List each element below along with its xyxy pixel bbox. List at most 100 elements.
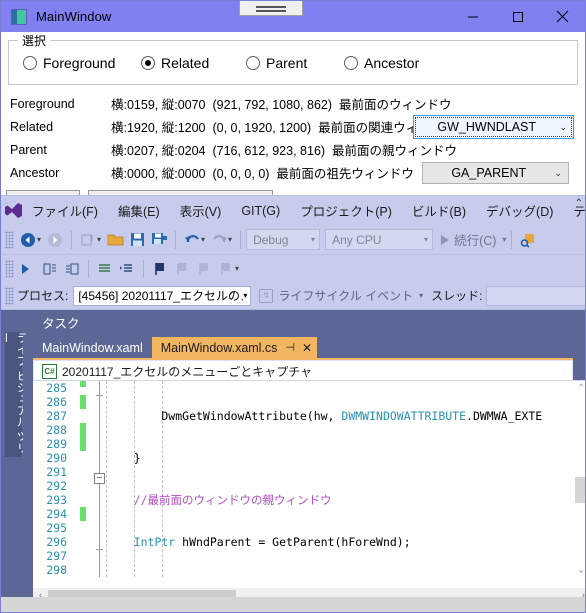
row-rect: (0, 0, 0, 0)	[212, 167, 270, 181]
breadcrumb-text: 20201117_エクセルのメニューごとキャプチャ	[62, 364, 313, 379]
menu-file[interactable]: ファイル(F)	[22, 201, 108, 220]
change-indicator-bar	[80, 381, 86, 577]
show-next-statement-icon[interactable]	[94, 258, 116, 280]
code-editor[interactable]: 285 286 287 288 289 290 291 292 293 294 …	[33, 380, 585, 603]
step-indent-icon[interactable]	[116, 258, 138, 280]
menu-overflow-chevron-icon[interactable]: ⌃	[575, 198, 583, 209]
change-marker	[80, 395, 86, 409]
pin-icon[interactable]: ⊣	[285, 341, 295, 354]
breakpoint-disabled-icon	[171, 258, 193, 280]
change-marker	[80, 507, 86, 521]
row-label: Foreground	[10, 96, 75, 111]
toolbar-overflow-chevron-icon[interactable]: ▾	[235, 264, 239, 273]
redo-icon	[208, 229, 230, 251]
undo-icon[interactable]	[181, 229, 203, 251]
window-drag-handle[interactable]	[239, 1, 303, 16]
tab-mainwindow-xaml[interactable]: MainWindow.xaml	[33, 337, 152, 358]
breakpoint-flag-icon[interactable]	[149, 258, 171, 280]
breadcrumb[interactable]: C# 20201117_エクセルのメニューごとキャプチャ	[33, 360, 573, 381]
toolbar-separator	[143, 259, 144, 278]
minimize-icon[interactable]	[450, 1, 495, 32]
toolbar-grip[interactable]	[5, 259, 14, 278]
scroll-up-icon[interactable]: ⌃	[579, 383, 584, 393]
scrollbar-thumb[interactable]	[575, 477, 585, 503]
code-folding-column: –	[94, 381, 106, 577]
step-out-icon[interactable]	[61, 258, 83, 280]
fold-tick	[96, 549, 103, 550]
tab-mainwindow-xaml-cs[interactable]: MainWindow.xaml.cs ⊣ ✕	[151, 337, 318, 358]
menu-build[interactable]: ビルド(B)	[402, 201, 476, 220]
toolbar-grip[interactable]	[5, 230, 14, 249]
process-label: プロセス:	[17, 289, 69, 303]
step-into-icon[interactable]	[17, 258, 39, 280]
chevron-down-icon: ▾	[311, 235, 316, 244]
chevron-down-icon[interactable]: ▾	[97, 235, 101, 244]
open-file-icon[interactable]	[104, 229, 126, 251]
menu-git[interactable]: GIT(G)	[231, 204, 290, 218]
selection-groupbox-legend: 選択	[18, 32, 51, 49]
chevron-down-icon[interactable]: ▾	[502, 235, 506, 244]
related-flag-combobox[interactable]: GW_HWNDLAST ⌄	[413, 115, 574, 139]
radio-parent[interactable]: Parent	[246, 55, 344, 71]
code-text[interactable]: DwmGetWindowAttribute(hw, DWMWINDOWATTRI…	[106, 381, 585, 577]
radio-foreground[interactable]: Foreground	[23, 55, 141, 71]
line-number: 285	[46, 381, 67, 395]
row-size: 横:0159, 縦:0070	[111, 98, 206, 112]
vs-dock-area: タスク ライブ ビジュアル ツリー MainWindow.xaml MainWi…	[1, 310, 585, 603]
vs-process-toolbar: プロセス: [45456] 20201117_エクセルのメニューこ ▾ ↯ ライ…	[1, 282, 585, 310]
live-share-icon[interactable]	[517, 229, 539, 251]
change-marker	[80, 423, 86, 451]
step-over-icon[interactable]	[39, 258, 61, 280]
chevron-down-icon[interactable]: ▾	[228, 235, 232, 244]
menu-view[interactable]: 表示(V)	[170, 201, 232, 220]
left-dock-rail: ライブ ビジュアル ツリー	[1, 310, 28, 603]
csharp-icon: C#	[42, 363, 57, 379]
fold-collapse-button[interactable]: –	[94, 473, 105, 484]
live-visual-tree-tab[interactable]: ライブ ビジュアル ツリー	[1, 332, 28, 457]
lifecycle-label: ライフサイクル イベント	[278, 289, 414, 303]
radio-ancestor[interactable]: Ancestor	[344, 55, 419, 71]
solution-configuration-combobox[interactable]: Debug ▾	[246, 229, 321, 250]
lifecycle-events-dropdown[interactable]: ↯ ライフサイクル イベント ▾	[259, 287, 423, 304]
process-combobox[interactable]: [45456] 20201117_エクセルのメニューこ ▾	[73, 285, 252, 306]
toolbar-separator	[240, 230, 242, 249]
ancestor-flag-combobox[interactable]: GA_PARENT ⌄	[422, 162, 569, 184]
continue-button[interactable]: 続行(C) ▾	[438, 230, 506, 249]
code-line: }	[106, 451, 141, 465]
chevron-down-icon[interactable]: ▾	[37, 235, 41, 244]
play-icon	[441, 234, 450, 245]
info-row-related: Related 横:1920, 縦:1200 (0, 0, 1920, 1200…	[10, 115, 578, 139]
thread-combobox[interactable]	[486, 285, 585, 306]
line-number: 288	[46, 423, 67, 437]
task-label: タスク	[42, 317, 80, 331]
scroll-down-icon[interactable]: ⌄	[579, 565, 584, 575]
chevron-down-icon: ▾	[424, 235, 429, 244]
menu-project[interactable]: プロジェクト(P)	[290, 201, 402, 220]
document-tabs: MainWindow.xaml MainWindow.xaml.cs ⊣ ✕	[23, 335, 585, 358]
toolbar-grip[interactable]	[5, 286, 14, 305]
menu-debug[interactable]: デバッグ(D)	[476, 201, 563, 220]
fold-tick	[96, 395, 103, 396]
editor-vertical-scrollbar[interactable]: ⌃ ⌄	[573, 381, 585, 577]
chevron-down-icon[interactable]: ▾	[201, 235, 205, 244]
line-number: 292	[46, 479, 67, 493]
maximize-icon[interactable]	[495, 1, 540, 32]
continue-label: 続行(C)	[454, 234, 497, 248]
row-label: Ancestor	[10, 165, 60, 180]
close-icon[interactable]: ✕	[302, 341, 312, 355]
radio-label: Foreground	[43, 54, 116, 71]
close-icon[interactable]	[540, 1, 585, 32]
save-icon[interactable]	[126, 229, 148, 251]
visual-studio-logo-icon	[5, 203, 22, 218]
app-icon	[11, 8, 27, 25]
selection-radio-group: Foreground Related Parent Ancestor	[9, 41, 577, 84]
combobox-value: Debug	[253, 232, 289, 247]
save-all-icon[interactable]	[148, 229, 170, 251]
info-row-foreground: Foreground 横:0159, 縦:0070 (921, 792, 108…	[10, 92, 578, 115]
navigate-backward-icon[interactable]	[17, 229, 39, 251]
radio-related[interactable]: Related	[141, 55, 246, 71]
menu-edit[interactable]: 編集(E)	[108, 201, 170, 220]
window-client-area: 選択 Foreground Related Parent Ancestor Fo…	[1, 32, 585, 211]
solution-platform-combobox[interactable]: Any CPU ▾	[325, 229, 434, 250]
window-titlebar: MainWindow	[1, 1, 585, 32]
